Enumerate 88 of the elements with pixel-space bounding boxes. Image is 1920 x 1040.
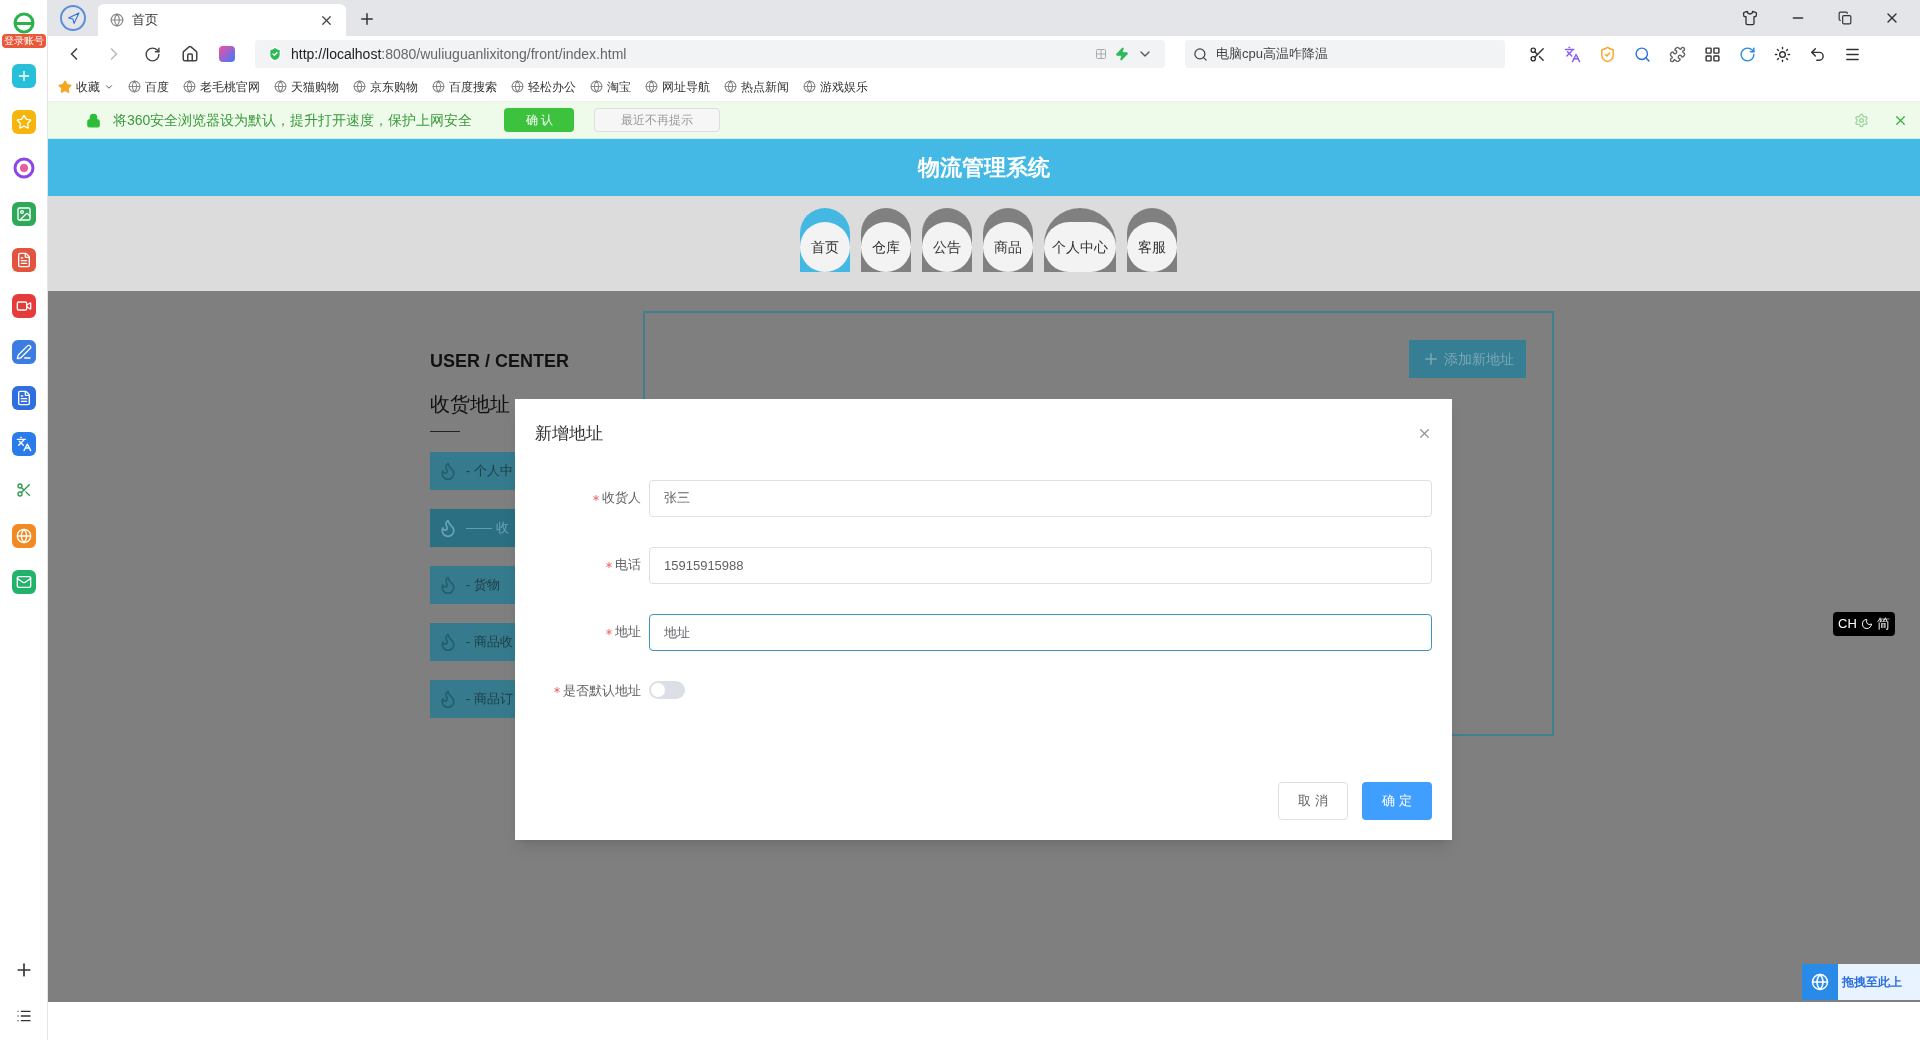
bookmark-link[interactable]: 收藏 bbox=[58, 77, 114, 96]
globe-icon bbox=[590, 80, 603, 93]
navigation-icon[interactable] bbox=[60, 5, 86, 31]
upload-label: 拖拽至此上 bbox=[1842, 974, 1902, 991]
text-field[interactable]: 15915915988 bbox=[649, 546, 1432, 584]
nav-tab[interactable]: 公告 bbox=[921, 208, 972, 272]
moon-icon bbox=[1860, 618, 1873, 630]
search-field[interactable]: 电脑cpu高温咋降温 bbox=[1185, 40, 1505, 68]
text-field[interactable]: 地址 bbox=[649, 613, 1432, 651]
nav-tab[interactable]: 仓库 bbox=[860, 208, 911, 272]
bookmark-link[interactable]: 京东购物 bbox=[353, 77, 418, 96]
flame-icon bbox=[438, 518, 458, 538]
input-method-indicator[interactable]: CH 简 bbox=[1833, 612, 1895, 636]
document-icon[interactable] bbox=[11, 386, 36, 410]
ring-icon[interactable] bbox=[11, 156, 36, 180]
flame-icon bbox=[438, 461, 458, 481]
nav-tab[interactable]: 商品 bbox=[982, 208, 1033, 272]
globe-icon bbox=[353, 80, 366, 93]
login-badge[interactable]: 登录账号 bbox=[1, 34, 46, 48]
upload-widget[interactable]: 拖拽至此上 bbox=[1802, 964, 1920, 1000]
mail-icon[interactable] bbox=[11, 570, 36, 594]
notification-message: 将360安全浏览器设为默认，提升打开速度，保护上网安全 bbox=[113, 110, 473, 130]
search-input[interactable]: 电脑cpu高温咋降温 bbox=[1216, 44, 1497, 64]
list-icon[interactable] bbox=[15, 1008, 32, 1024]
globe-icon bbox=[183, 80, 196, 93]
bookmark-link[interactable]: 老毛桃官网 bbox=[183, 77, 260, 96]
shirt-icon[interactable] bbox=[1742, 10, 1758, 26]
search-icon[interactable] bbox=[1634, 45, 1651, 63]
bookmark-link[interactable]: 百度搜索 bbox=[432, 77, 497, 96]
puzzle-icon[interactable] bbox=[1669, 45, 1686, 63]
browser-logo-icon[interactable] bbox=[11, 12, 36, 34]
browser-tab[interactable]: 首页 bbox=[98, 4, 346, 36]
flame-icon bbox=[438, 689, 458, 709]
text-field[interactable]: 张三 bbox=[649, 479, 1432, 517]
undo-icon[interactable] bbox=[1809, 45, 1826, 63]
bookmark-link[interactable]: 淘宝 bbox=[590, 77, 631, 96]
star-icon bbox=[58, 79, 72, 94]
globe-icon bbox=[645, 80, 658, 93]
image-icon[interactable] bbox=[11, 202, 36, 226]
bookmark-link[interactable]: 游戏娱乐 bbox=[803, 77, 868, 96]
flame-icon bbox=[438, 575, 458, 595]
nav-tab[interactable]: 客服 bbox=[1126, 208, 1177, 272]
globe-icon bbox=[274, 80, 287, 93]
bookmark-link[interactable]: 轻松办公 bbox=[511, 77, 576, 96]
section-title-english: USER / CENTER bbox=[430, 350, 571, 373]
globe-icon bbox=[128, 80, 141, 93]
sync-icon[interactable] bbox=[1739, 45, 1756, 63]
document-icon[interactable] bbox=[11, 248, 36, 272]
globe-icon bbox=[432, 80, 445, 93]
pen-icon[interactable] bbox=[11, 340, 36, 364]
bookmark-link[interactable]: 网址导航 bbox=[645, 77, 710, 96]
restore-icon[interactable] bbox=[1838, 11, 1852, 25]
grid-icon[interactable] bbox=[1704, 45, 1721, 63]
bookmark-link[interactable]: 天猫购物 bbox=[274, 77, 339, 96]
search-icon bbox=[1193, 46, 1208, 62]
lightning-icon[interactable] bbox=[1115, 47, 1129, 61]
plus-icon[interactable] bbox=[11, 64, 36, 88]
bookmark-link[interactable]: 百度 bbox=[128, 77, 169, 96]
dialog-title: 新增地址 bbox=[535, 423, 603, 445]
video-icon[interactable] bbox=[11, 294, 36, 318]
tab-title: 首页 bbox=[132, 11, 158, 30]
toggle-switch[interactable] bbox=[649, 681, 685, 700]
flame-icon bbox=[438, 632, 458, 652]
site-title: 物流管理系统 bbox=[918, 154, 1050, 182]
lock-icon bbox=[86, 112, 101, 128]
scissors-icon[interactable] bbox=[1529, 45, 1546, 63]
globe-icon bbox=[110, 13, 124, 27]
globe-icon bbox=[803, 80, 816, 93]
translate-icon[interactable] bbox=[11, 432, 36, 456]
shield-icon bbox=[267, 46, 283, 62]
field-label: 地址 bbox=[615, 623, 641, 642]
globe-icon bbox=[511, 80, 524, 93]
nav-tab[interactable]: 首页 bbox=[799, 208, 850, 272]
reload-icon[interactable] bbox=[144, 45, 161, 63]
field-label: 是否默认地址 bbox=[563, 681, 641, 700]
brightness-icon[interactable] bbox=[1774, 45, 1791, 63]
url-text: http://localhost:8080/wuliuguanlixitong/front/index.html bbox=[291, 44, 627, 64]
section-title: 收货地址 bbox=[430, 392, 511, 417]
home-icon[interactable] bbox=[181, 45, 199, 63]
globe-icon bbox=[724, 80, 737, 93]
new-tab-icon[interactable] bbox=[358, 10, 376, 28]
field-label: 收货人 bbox=[602, 489, 641, 508]
field-label: 电话 bbox=[615, 556, 641, 575]
nav-tab[interactable]: 个人中心 bbox=[1043, 208, 1116, 272]
bookmark-link[interactable]: 热点新闻 bbox=[724, 77, 789, 96]
address-bar[interactable]: http://localhost:8080/wuliuguanlixitong/front/index.html bbox=[255, 40, 1165, 68]
translate-icon[interactable] bbox=[1564, 45, 1581, 63]
cancel-button[interactable]: 取 消 bbox=[1278, 782, 1348, 820]
